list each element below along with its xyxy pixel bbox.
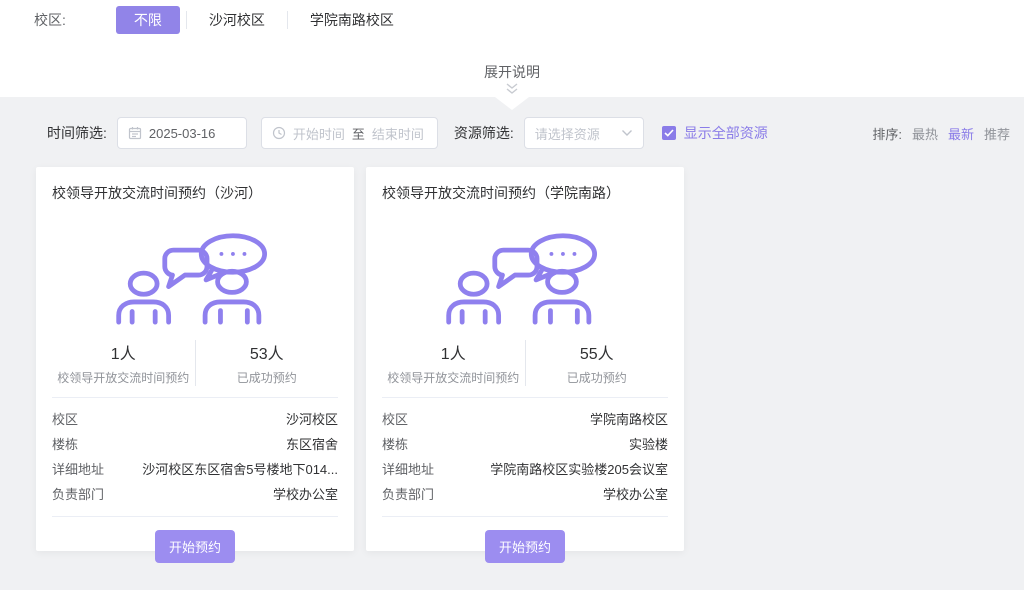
detail-value: 学院南路校区 — [590, 407, 668, 432]
date-picker-input[interactable]: 2025-03-16 — [117, 117, 247, 149]
start-time-placeholder: 开始时间 — [293, 124, 345, 143]
detail-row-department: 负责部门 学校办公室 — [52, 482, 338, 507]
detail-value: 学院南路校区实验楼205会议室 — [490, 457, 668, 482]
card-button-area: 开始预约 — [52, 517, 338, 563]
sort-group: 排序: 最热 最新 推荐 — [872, 124, 1010, 143]
sort-option-hottest[interactable]: 最热 — [912, 124, 938, 143]
start-booking-button[interactable]: 开始预约 — [155, 530, 235, 563]
detail-value: 学校办公室 — [603, 482, 668, 507]
stat-capacity: 1人 校领导开放交流时间预约 — [52, 340, 196, 386]
card-details: 校区 沙河校区 楼栋 东区宿舍 详细地址 沙河校区东区宿舍5号楼地下014...… — [52, 398, 338, 517]
card-stats: 1人 校领导开放交流时间预约 55人 已成功预约 — [382, 340, 668, 398]
detail-value: 学校办公室 — [273, 482, 338, 507]
campus-tab-xueyuan-south[interactable]: 学院南路校区 — [294, 6, 410, 34]
detail-label: 校区 — [52, 407, 78, 432]
end-time-placeholder: 结束时间 — [372, 124, 424, 143]
detail-label: 详细地址 — [52, 457, 104, 482]
show-all-resources-checkbox-group[interactable]: 显示全部资源 — [662, 123, 768, 143]
stat-value: 1人 — [52, 340, 195, 364]
resource-filter-label: 资源筛选: — [454, 123, 514, 143]
expand-description-row: 展开说明 — [0, 62, 1024, 94]
date-value: 2025-03-16 — [149, 126, 216, 141]
detail-row-building: 楼栋 实验楼 — [382, 432, 668, 457]
checkbox-checked-icon[interactable] — [662, 126, 676, 140]
start-booking-button[interactable]: 开始预约 — [485, 530, 565, 563]
detail-label: 楼栋 — [382, 432, 408, 457]
detail-value: 沙河校区 — [286, 407, 338, 432]
detail-label: 负责部门 — [52, 482, 104, 507]
detail-row-campus: 校区 学院南路校区 — [382, 407, 668, 432]
resource-card-xueyuan-south[interactable]: 校领导开放交流时间预约（学院南路） — [366, 167, 684, 551]
campus-filter-label: 校区: — [34, 10, 66, 30]
time-range-separator: 至 — [352, 124, 365, 143]
resource-select-placeholder: 请选择资源 — [535, 124, 600, 143]
calendar-icon — [128, 126, 142, 140]
stat-label: 校领导开放交流时间预约 — [52, 369, 195, 386]
time-range-input[interactable]: 开始时间 至 结束时间 — [261, 117, 438, 149]
conversation-icon — [382, 229, 668, 325]
stat-value: 53人 — [196, 340, 339, 364]
chevron-down-icon — [621, 129, 633, 137]
sort-label: 排序: — [872, 124, 902, 143]
tab-divider — [186, 11, 187, 29]
detail-label: 详细地址 — [382, 457, 434, 482]
tab-divider — [287, 11, 288, 29]
detail-value: 实验楼 — [629, 432, 668, 457]
detail-value: 沙河校区东区宿舍5号楼地下014... — [142, 457, 338, 482]
time-filter-label: 时间筛选: — [47, 123, 107, 143]
section-notch — [495, 97, 529, 110]
resource-cards: 校领导开放交流时间预约（沙河） — [36, 167, 1024, 551]
show-all-resources-label[interactable]: 显示全部资源 — [684, 123, 768, 143]
stat-booked: 55人 已成功预约 — [526, 340, 669, 386]
card-title: 校领导开放交流时间预约（沙河） — [52, 183, 338, 203]
sort-option-recommended[interactable]: 推荐 — [984, 124, 1010, 143]
campus-tabs: 不限 沙河校区 学院南路校区 — [116, 6, 410, 34]
card-stats: 1人 校领导开放交流时间预约 53人 已成功预约 — [52, 340, 338, 398]
expand-description-toggle[interactable]: 展开说明 — [484, 64, 540, 80]
stat-booked: 53人 已成功预约 — [196, 340, 339, 386]
detail-row-building: 楼栋 东区宿舍 — [52, 432, 338, 457]
campus-tab-unlimited[interactable]: 不限 — [116, 6, 180, 34]
stat-value: 1人 — [382, 340, 525, 364]
campus-filter-row: 校区: 不限 沙河校区 学院南路校区 — [0, 0, 1024, 34]
detail-row-department: 负责部门 学校办公室 — [382, 482, 668, 507]
detail-value: 东区宿舍 — [286, 432, 338, 457]
resource-select[interactable]: 请选择资源 — [524, 117, 644, 149]
resource-card-shahe[interactable]: 校领导开放交流时间预约（沙河） — [36, 167, 354, 551]
detail-row-address: 详细地址 学院南路校区实验楼205会议室 — [382, 457, 668, 482]
stat-capacity: 1人 校领导开放交流时间预约 — [382, 340, 526, 386]
detail-row-address: 详细地址 沙河校区东区宿舍5号楼地下014... — [52, 457, 338, 482]
conversation-icon — [52, 229, 338, 325]
detail-label: 负责部门 — [382, 482, 434, 507]
card-details: 校区 学院南路校区 楼栋 实验楼 详细地址 学院南路校区实验楼205会议室 负责… — [382, 398, 668, 517]
stat-label: 已成功预约 — [526, 369, 669, 386]
stat-value: 55人 — [526, 340, 669, 364]
detail-label: 校区 — [382, 407, 408, 432]
sort-option-newest[interactable]: 最新 — [948, 124, 974, 143]
clock-icon — [272, 126, 286, 140]
header-section: 校区: 不限 沙河校区 学院南路校区 展开说明 — [0, 0, 1024, 97]
main-section: 时间筛选: 2025-03-16 开始时间 至 结束时间 资源筛选: 请选择资源 — [0, 97, 1024, 590]
card-title: 校领导开放交流时间预约（学院南路） — [382, 183, 668, 203]
detail-label: 楼栋 — [52, 432, 78, 457]
double-chevron-down-icon[interactable] — [505, 83, 519, 94]
stat-label: 校领导开放交流时间预约 — [382, 369, 525, 386]
stat-label: 已成功预约 — [196, 369, 339, 386]
campus-tab-shahe[interactable]: 沙河校区 — [193, 6, 281, 34]
card-button-area: 开始预约 — [382, 517, 668, 563]
detail-row-campus: 校区 沙河校区 — [52, 407, 338, 432]
